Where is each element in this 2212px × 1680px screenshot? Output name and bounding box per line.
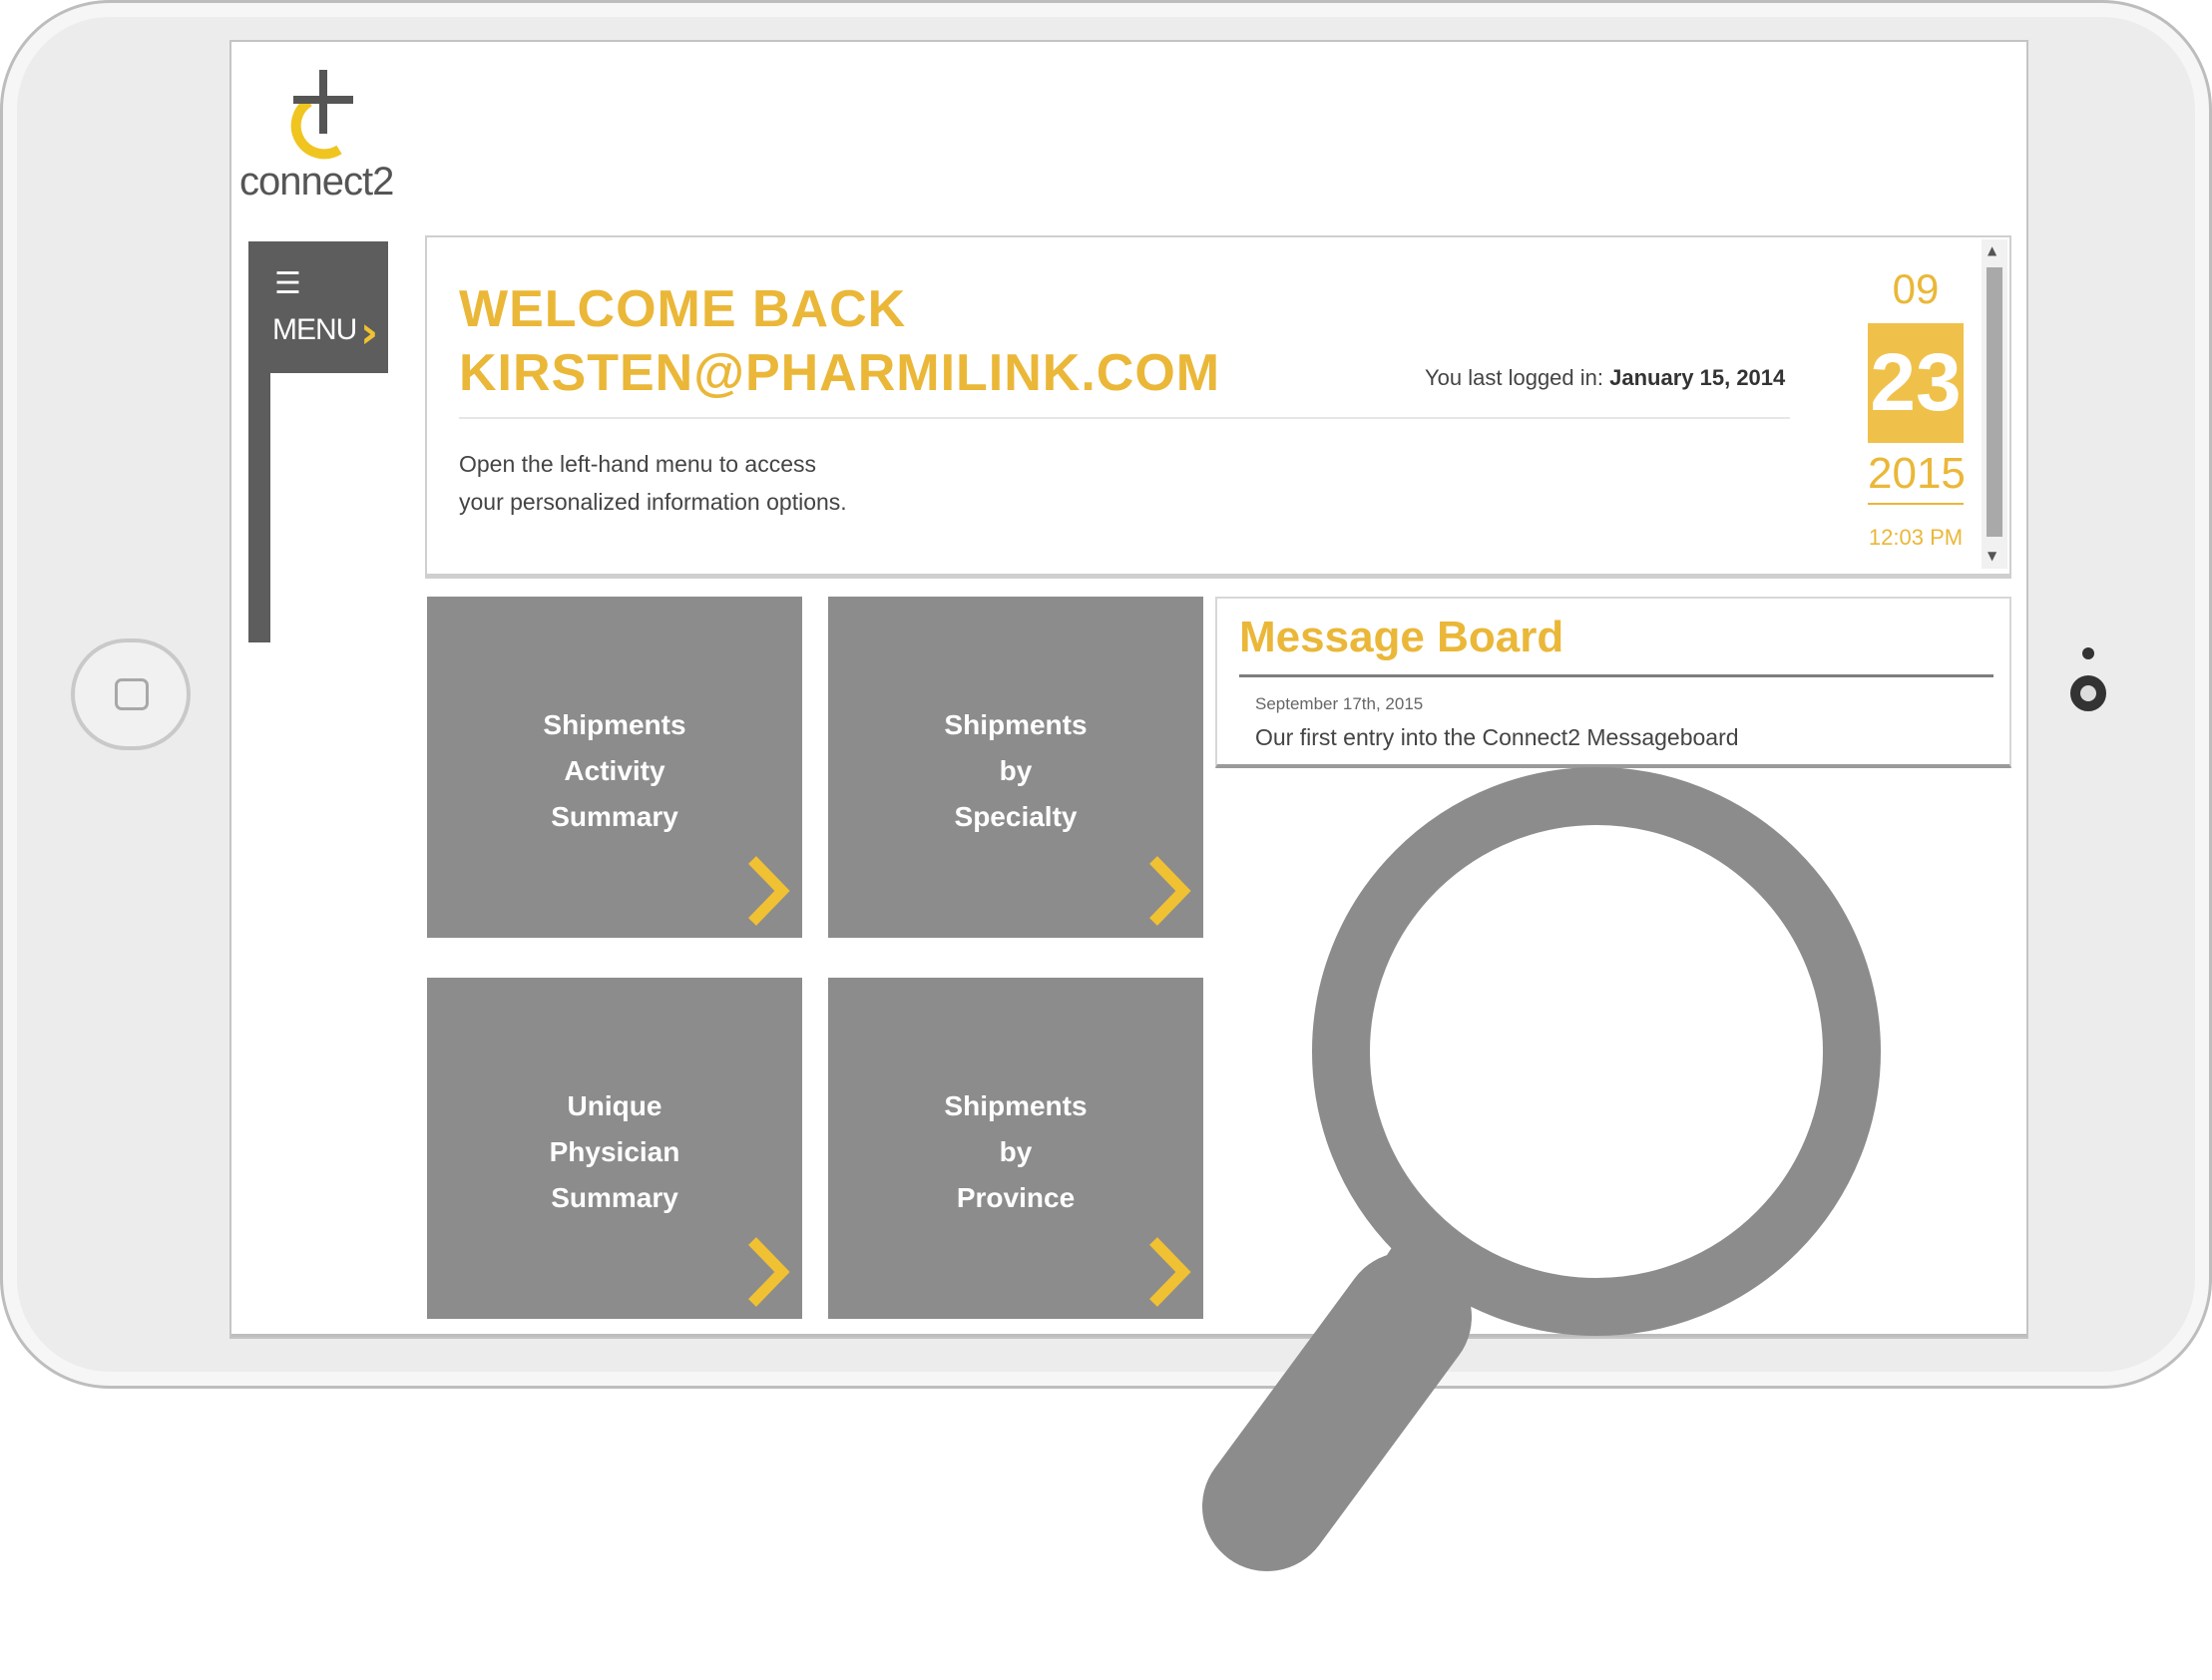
tile-label-line: Activity [564, 755, 665, 786]
scrollbar[interactable]: ▲ ▼ [1982, 239, 2007, 569]
tile-label-line: Unique [567, 1090, 663, 1121]
last-login-label: You last logged in: [1425, 365, 1603, 390]
tile-label-line: by [999, 1136, 1033, 1167]
tile-label-line: Shipments [944, 1090, 1088, 1121]
welcome-panel: WELCOME BACK KIRSTEN@PHARMILINK.COM You … [425, 235, 2011, 579]
divider [1239, 674, 1993, 677]
scroll-up-arrow-icon[interactable]: ▲ [1988, 243, 1996, 257]
chevron-right-icon [1149, 856, 1191, 926]
tile-label-line: Summary [551, 801, 678, 832]
home-button[interactable] [71, 638, 191, 750]
tile-label-line: Summary [551, 1182, 678, 1213]
tile-label: Shipments Activity Summary [427, 702, 802, 840]
hamburger-icon: ☰ [274, 266, 301, 301]
welcome-user-email: KIRSTEN@PHARMILINK.COM [459, 344, 1221, 402]
welcome-desc-line2: your personalized information options. [459, 489, 847, 515]
welcome-desc-line1: Open the left-hand menu to access [459, 451, 816, 477]
chevron-right-icon [748, 1237, 790, 1307]
tile-unique-physician-summary[interactable]: Unique Physician Summary [427, 978, 802, 1319]
tile-label-line: Physician [549, 1136, 680, 1167]
scroll-down-arrow-icon[interactable]: ▼ [1988, 549, 1996, 563]
tile-label: Shipments by Specialty [828, 702, 1203, 840]
last-login: You last logged in: January 15, 2014 [1425, 365, 1785, 391]
date-day: 23 [1868, 323, 1964, 443]
welcome-line1: WELCOME BACK [459, 280, 907, 338]
message-board: Message Board September 17th, 2015 Our f… [1215, 597, 2011, 768]
magnifier-icon [1202, 767, 1881, 1571]
camera-icon [2070, 675, 2106, 711]
tile-label-line: Shipments [543, 709, 686, 740]
tile-label-line: Province [956, 1182, 1076, 1213]
date-year: 2015 [1868, 449, 1966, 505]
scroll-thumb[interactable] [1987, 267, 2002, 537]
date-month: 09 [1892, 265, 1940, 312]
home-square-icon [115, 678, 149, 710]
chevron-right-icon: › [360, 307, 379, 358]
tile-label: Shipments by Province [828, 1083, 1203, 1221]
welcome-title: WELCOME BACK KIRSTEN@PHARMILINK.COM [459, 277, 1220, 405]
sensor-dot [2082, 647, 2094, 659]
chevron-right-icon [1149, 1237, 1191, 1307]
logo-text: connect2 [239, 160, 394, 204]
message-board-title: Message Board [1239, 613, 1564, 661]
tile-label-line: by [999, 755, 1033, 786]
welcome-description: Open the left-hand menu to access your p… [459, 445, 847, 521]
divider [459, 417, 1790, 419]
message-entry[interactable]: Our first entry into the Connect2 Messag… [1255, 724, 1739, 751]
menu-label: MENU [272, 313, 357, 346]
tile-label: Unique Physician Summary [427, 1083, 802, 1221]
message-date: September 17th, 2015 [1255, 694, 1424, 713]
tile-label-line: Shipments [944, 709, 1088, 740]
chevron-right-icon [748, 856, 790, 926]
menu-button[interactable]: ☰ MENU › [248, 241, 388, 373]
tile-shipments-activity-summary[interactable]: Shipments Activity Summary [427, 597, 802, 938]
date-time: 12:03 PM [1868, 525, 1964, 550]
last-login-date: January 15, 2014 [1609, 365, 1786, 390]
tile-shipments-by-specialty[interactable]: Shipments by Specialty [828, 597, 1203, 938]
tile-shipments-by-province[interactable]: Shipments by Province [828, 978, 1203, 1319]
tile-label-line: Specialty [954, 801, 1078, 832]
